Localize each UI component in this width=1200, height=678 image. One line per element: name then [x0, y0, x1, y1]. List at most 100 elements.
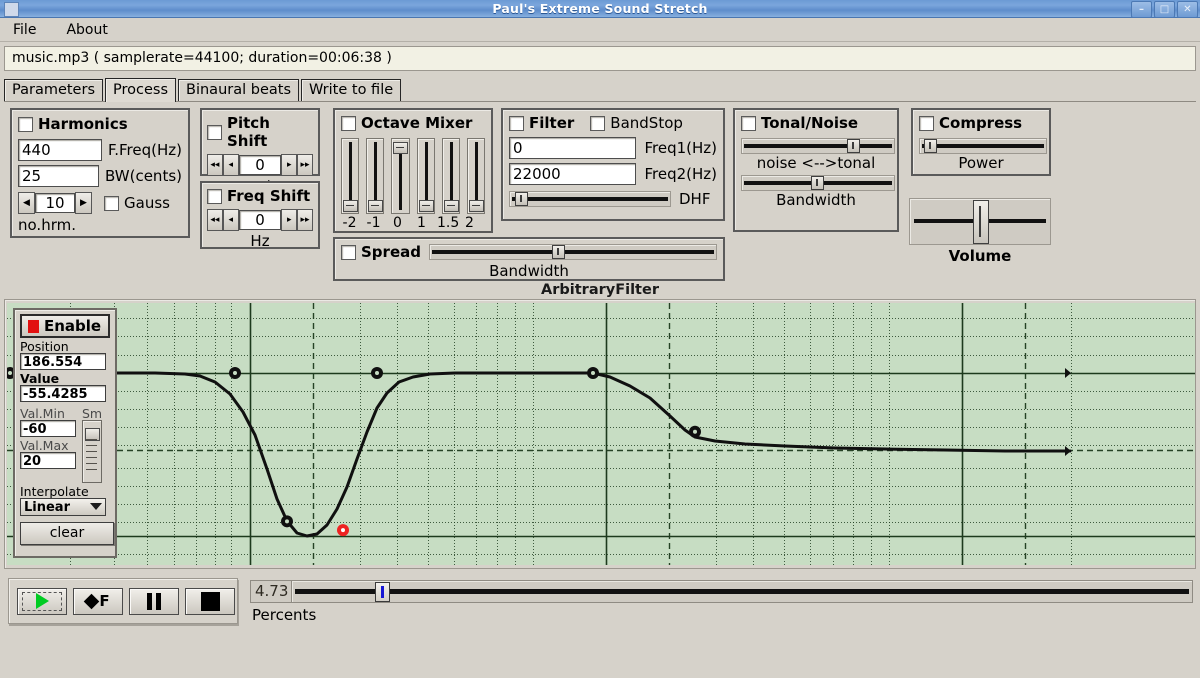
value-label: Value	[20, 372, 110, 385]
interpolate-select[interactable]: Linear	[20, 498, 106, 516]
pitch-shift-header: Pitch Shift	[207, 114, 313, 150]
spread-title: Spread	[361, 243, 421, 261]
fade-button[interactable]: F	[73, 588, 123, 615]
filter-node[interactable]	[587, 367, 599, 379]
filter-node[interactable]	[689, 426, 701, 438]
menu-item-about[interactable]: About	[61, 21, 112, 39]
sm-label: Sm	[82, 407, 102, 420]
arbitrary-filter-graph[interactable]	[7, 303, 1195, 565]
clear-button[interactable]: clear	[20, 522, 114, 545]
pitch-shift-stepper[interactable]: ◂◂ ◂ 0 ▸ ▸▸	[207, 154, 313, 176]
value-input[interactable]: -55.4285	[20, 385, 106, 402]
nharm-increment-icon[interactable]: ▶	[75, 192, 92, 214]
interpolate-label: Interpolate	[20, 485, 110, 498]
gauss-label: Gauss	[124, 194, 170, 212]
octave-mixer-checkbox[interactable]	[341, 116, 356, 131]
freq-forward-icon[interactable]: ▸	[281, 209, 297, 231]
filter-dhf-label: DHF	[679, 190, 710, 208]
compress-group: Compress Power	[911, 108, 1051, 176]
pitch-shift-group: Pitch Shift ◂◂ ◂ 0 ▸ ▸▸ cents	[200, 108, 320, 176]
nharm-decrement-icon[interactable]: ◀	[18, 192, 35, 214]
freq-shift-checkbox[interactable]	[207, 189, 222, 204]
filter-node-selected[interactable]	[337, 524, 349, 536]
pitch-forward-icon[interactable]: ▸	[281, 154, 297, 176]
tonal-noise-bandwidth-slider[interactable]	[741, 175, 895, 191]
gauss-checkbox[interactable]	[104, 196, 119, 211]
valmax-input[interactable]: 20	[20, 452, 76, 469]
position-input[interactable]: 186.554	[20, 353, 106, 370]
pause-button[interactable]	[129, 588, 179, 615]
pitch-back-icon[interactable]: ◂	[223, 154, 239, 176]
minimize-icon[interactable]: –	[1131, 1, 1152, 18]
play-icon	[22, 592, 62, 611]
compress-header: Compress	[919, 114, 1043, 132]
pitch-shift-title: Pitch Shift	[227, 114, 313, 150]
pitch-fast-back-icon[interactable]: ◂◂	[207, 154, 223, 176]
tonal-noise-mix-slider[interactable]	[741, 138, 895, 154]
process-panels: Harmonics 440 F.Freq(Hz) 25 BW(cents) ◀ …	[0, 103, 1200, 281]
freq-fast-back-icon[interactable]: ◂◂	[207, 209, 223, 231]
tab-binaural-beats[interactable]: Binaural beats	[178, 79, 299, 101]
tonal-noise-group: Tonal/Noise noise <-->tonal Bandwidth	[733, 108, 899, 232]
chevron-down-icon	[90, 503, 102, 510]
position-label: Position	[20, 340, 110, 353]
octave-slider-0[interactable]	[391, 138, 409, 214]
stop-button[interactable]	[185, 588, 235, 615]
octave-slider-1p5[interactable]	[442, 138, 460, 214]
filter-freq1-input[interactable]: 0	[509, 137, 636, 159]
percents-value[interactable]: 4.73	[250, 580, 291, 603]
tonal-noise-checkbox[interactable]	[741, 116, 756, 131]
volume-slider[interactable]	[909, 198, 1051, 245]
play-button[interactable]	[17, 588, 67, 615]
pitch-shift-value[interactable]: 0	[239, 155, 282, 175]
filter-node[interactable]	[281, 515, 293, 527]
fade-label: F	[99, 592, 109, 610]
window-title: Paul's Extreme Sound Stretch	[0, 0, 1200, 17]
harmonics-nharm-value[interactable]: 10	[35, 193, 75, 213]
bandstop-checkbox[interactable]	[590, 116, 605, 131]
freq-shift-stepper[interactable]: ◂◂ ◂ 0 ▸ ▸▸	[207, 209, 313, 231]
filter-node[interactable]	[229, 367, 241, 379]
compress-checkbox[interactable]	[919, 116, 934, 131]
freq-fast-forward-icon[interactable]: ▸▸	[297, 209, 313, 231]
pitch-shift-checkbox[interactable]	[207, 125, 222, 140]
harmonics-nharm-stepper[interactable]: ◀ 10 ▶	[18, 192, 92, 214]
filter-dhf-slider[interactable]	[509, 191, 671, 207]
arbitrary-filter-title: ArbitraryFilter	[0, 281, 1200, 299]
volume-control: Volume	[909, 198, 1051, 265]
menu-item-file[interactable]: File	[8, 21, 41, 39]
filter-freq2-input[interactable]: 22000	[509, 163, 636, 185]
octave-mixer-group: Octave Mixer -2-1011.52	[333, 108, 493, 233]
octave-band-sliders	[341, 138, 485, 214]
spread-checkbox[interactable]	[341, 245, 356, 260]
harmonics-bw-input[interactable]: 25	[18, 165, 99, 187]
filter-checkbox[interactable]	[509, 116, 524, 131]
maximize-icon[interactable]: □	[1154, 1, 1175, 18]
octave-slider--2[interactable]	[341, 138, 359, 214]
harmonics-checkbox[interactable]	[18, 117, 33, 132]
spread-bandwidth-slider[interactable]	[429, 244, 717, 260]
harmonics-bw-label: BW(cents)	[105, 167, 182, 185]
tab-process[interactable]: Process	[105, 78, 176, 102]
tab-write-to-file[interactable]: Write to file	[301, 79, 401, 101]
compress-power-slider[interactable]	[919, 138, 1047, 154]
pitch-fast-forward-icon[interactable]: ▸▸	[297, 154, 313, 176]
tab-parameters[interactable]: Parameters	[4, 79, 103, 101]
octave-slider--1[interactable]	[366, 138, 384, 214]
freq-shift-header: Freq Shift	[207, 187, 313, 205]
filter-node[interactable]	[371, 367, 383, 379]
percents-slider[interactable]	[291, 580, 1193, 603]
spread-header: Spread	[341, 243, 421, 261]
freq-shift-value[interactable]: 0	[239, 210, 282, 230]
volume-label: Volume	[909, 247, 1051, 265]
freq-shift-title: Freq Shift	[227, 187, 310, 205]
sm-slider[interactable]	[82, 420, 102, 483]
filter-freq2-label: Freq2(Hz)	[644, 165, 717, 183]
close-icon[interactable]: ✕	[1177, 1, 1198, 18]
octave-slider-1[interactable]	[417, 138, 435, 214]
octave-slider-2[interactable]	[467, 138, 485, 214]
enable-button[interactable]: Enable	[20, 314, 110, 338]
freq-back-icon[interactable]: ◂	[223, 209, 239, 231]
valmin-input[interactable]: -60	[20, 420, 76, 437]
harmonics-ffreq-input[interactable]: 440	[18, 139, 102, 161]
